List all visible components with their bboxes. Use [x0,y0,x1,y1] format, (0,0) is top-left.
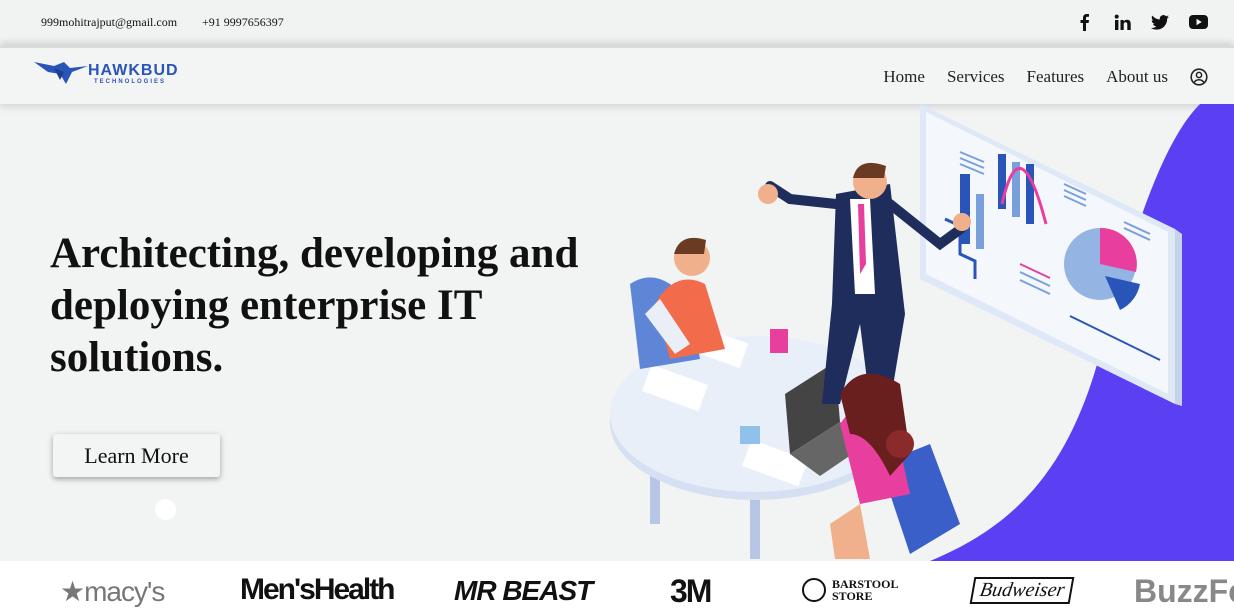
user-circle-icon[interactable] [1190,68,1208,86]
brand-logo-barstool: BARSTOOL STORE [802,578,902,602]
brand-logo-mrbeast: MR BEAST [454,575,593,606]
brand-logo-budweiser: Budweiser [969,577,1075,604]
social-links [1074,12,1208,32]
linkedin-icon[interactable] [1112,12,1132,32]
hero-illustration [610,104,1234,561]
learn-more-button[interactable]: Learn More [53,434,220,477]
nav-link-about[interactable]: About us [1106,67,1168,87]
hero-title: Architecting, developing and deploying e… [50,230,579,381]
youtube-icon[interactable] [1188,12,1208,32]
facebook-icon[interactable] [1074,12,1094,32]
main-navbar: HAWKBUD TECHNOLOGIES Home Services Featu… [0,46,1234,104]
brand-subtitle: TECHNOLOGIES [94,79,167,85]
contact-phone[interactable]: +91 9997656397 [202,15,284,30]
contact-email[interactable]: 999mohitrajput@gmail.com [41,15,177,30]
nav-link-home[interactable]: Home [883,67,925,87]
nav-link-features[interactable]: Features [1027,67,1085,87]
twitter-icon[interactable] [1150,12,1170,32]
presentation-board [920,104,1182,406]
brand-logo-menshealth: Men'sHealth [240,573,396,606]
brand-logo-macys: ★macy's [60,576,165,607]
contact-bar: 999mohitrajput@gmail.com +91 9997656397 [0,0,1234,46]
brand-logo-buzzfeed: BuzzFe [1134,573,1234,609]
seated-man [630,237,725,369]
brand-logo-3m: 3M [670,573,712,609]
nav-menu: Home Services Features About us [861,67,1208,87]
carousel-dot[interactable] [155,499,176,520]
nav-link-services[interactable]: Services [947,67,1005,87]
brand-logos-strip: ★macy's Men'sHealth MR BEAST 3M BARSTOOL… [0,561,1234,616]
brand-name: HAWKBUD [88,62,179,79]
barstool-seal-icon [802,578,826,602]
hawk-logo-icon [34,62,88,84]
